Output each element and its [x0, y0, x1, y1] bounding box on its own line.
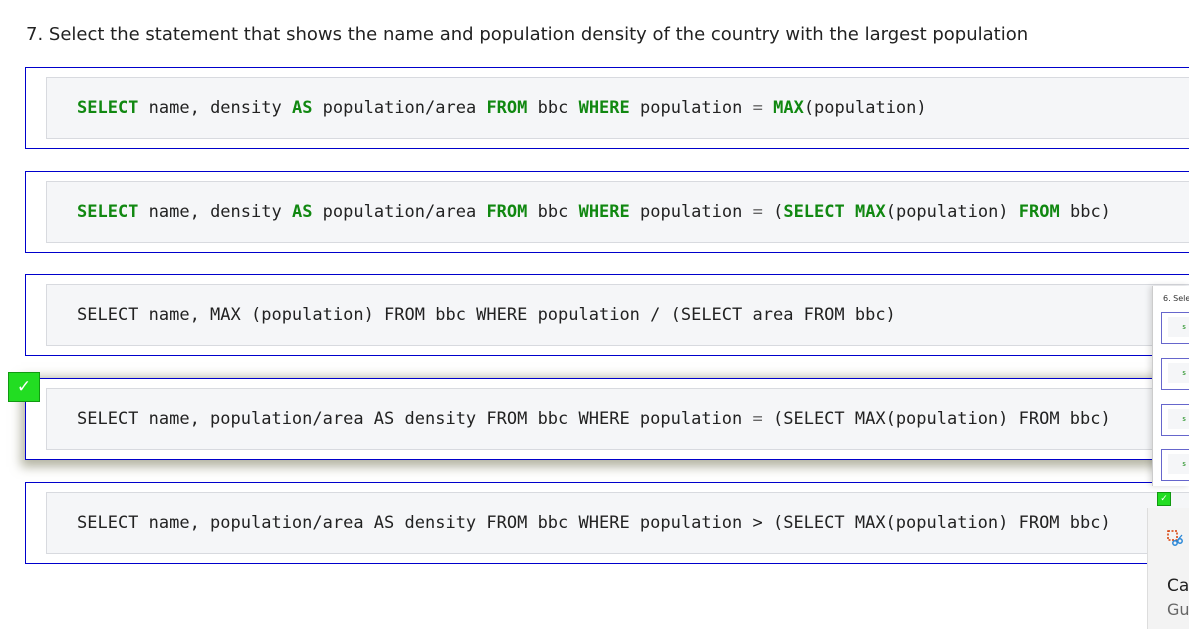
- sql-text: bbc): [1059, 202, 1111, 222]
- sql-keyword: AS: [291, 202, 313, 222]
- sql-keyword: SELECT: [77, 98, 139, 118]
- thumbnail-preview[interactable]: 6. Selec s s s s: [1152, 286, 1189, 486]
- sql-text: =: [752, 202, 763, 222]
- thumbnail-title: 6. Selec: [1163, 294, 1189, 303]
- sql-keyword: FROM: [1018, 202, 1060, 222]
- snipping-tool-panel[interactable]: Ca Gu: [1147, 508, 1189, 629]
- code-block: SELECT name, density AS population/area …: [46, 77, 1189, 139]
- sql-text: SELECT name, population/area AS density …: [77, 513, 1111, 533]
- sql-statement: SELECT name, density AS population/area …: [77, 202, 1111, 222]
- sql-keyword: SELECT: [77, 202, 139, 222]
- quiz-page: 7. Select the statement that shows the n…: [0, 0, 1189, 629]
- sql-text: SELECT name, population/area AS density …: [77, 409, 753, 429]
- sql-keyword: FROM: [486, 98, 528, 118]
- answer-option-5[interactable]: SELECT name, population/area AS density …: [25, 482, 1189, 564]
- thumbnail-option: s: [1161, 449, 1189, 481]
- code-block: SELECT name, population/area AS density …: [46, 388, 1189, 450]
- sql-text: (SELECT MAX(population) FROM bbc): [762, 409, 1111, 429]
- sql-text: (population): [803, 98, 927, 118]
- sql-keyword: FROM: [486, 202, 528, 222]
- sql-keyword: MAX: [855, 202, 886, 222]
- sql-text: =: [752, 98, 763, 118]
- answer-option-2[interactable]: SELECT name, density AS population/area …: [25, 171, 1189, 253]
- sql-text: population: [629, 202, 753, 222]
- sql-text: SELECT name, MAX (population) FROM bbc W…: [77, 305, 896, 325]
- sql-keyword: MAX: [773, 98, 804, 118]
- sql-text: population/area: [312, 98, 487, 118]
- sql-statement: SELECT name, population/area AS density …: [77, 513, 1111, 533]
- sql-text: population/area: [312, 202, 487, 222]
- sql-text: name, density: [138, 98, 292, 118]
- code-block: SELECT name, MAX (population) FROM bbc W…: [46, 284, 1189, 346]
- thumbnail-option: s: [1161, 312, 1189, 344]
- sql-text: =: [752, 409, 763, 429]
- sql-statement: SELECT name, MAX (population) FROM bbc W…: [77, 305, 896, 325]
- sql-text: population: [629, 98, 753, 118]
- panel-title: Ca: [1167, 576, 1189, 596]
- sql-keyword: WHERE: [578, 98, 630, 118]
- thumbnail-check-icon: ✓: [1157, 492, 1171, 506]
- sql-text: bbc: [527, 98, 579, 118]
- panel-subtitle: Gu: [1167, 600, 1189, 619]
- thumbnail-option: s: [1161, 358, 1189, 390]
- thumbnail-option: s: [1161, 404, 1189, 436]
- sql-statement: SELECT name, density AS population/area …: [77, 98, 927, 118]
- sql-keyword: AS: [291, 98, 313, 118]
- sql-keyword: SELECT: [783, 202, 845, 222]
- sql-text: bbc: [527, 202, 579, 222]
- code-block: SELECT name, density AS population/area …: [46, 181, 1189, 243]
- answer-option-1[interactable]: SELECT name, density AS population/area …: [25, 67, 1189, 149]
- sql-text: (population): [885, 202, 1019, 222]
- answer-option-4[interactable]: SELECT name, population/area AS density …: [25, 378, 1189, 460]
- answer-option-3[interactable]: SELECT name, MAX (population) FROM bbc W…: [25, 274, 1189, 356]
- sql-text: (: [762, 202, 784, 222]
- correct-check-icon: ✓: [8, 372, 40, 402]
- snip-icon: [1167, 530, 1183, 546]
- sql-keyword: WHERE: [578, 202, 630, 222]
- sql-statement: SELECT name, population/area AS density …: [77, 409, 1111, 429]
- sql-text: name, density: [138, 202, 292, 222]
- question-text: 7. Select the statement that shows the n…: [26, 24, 1029, 45]
- code-block: SELECT name, population/area AS density …: [46, 492, 1189, 554]
